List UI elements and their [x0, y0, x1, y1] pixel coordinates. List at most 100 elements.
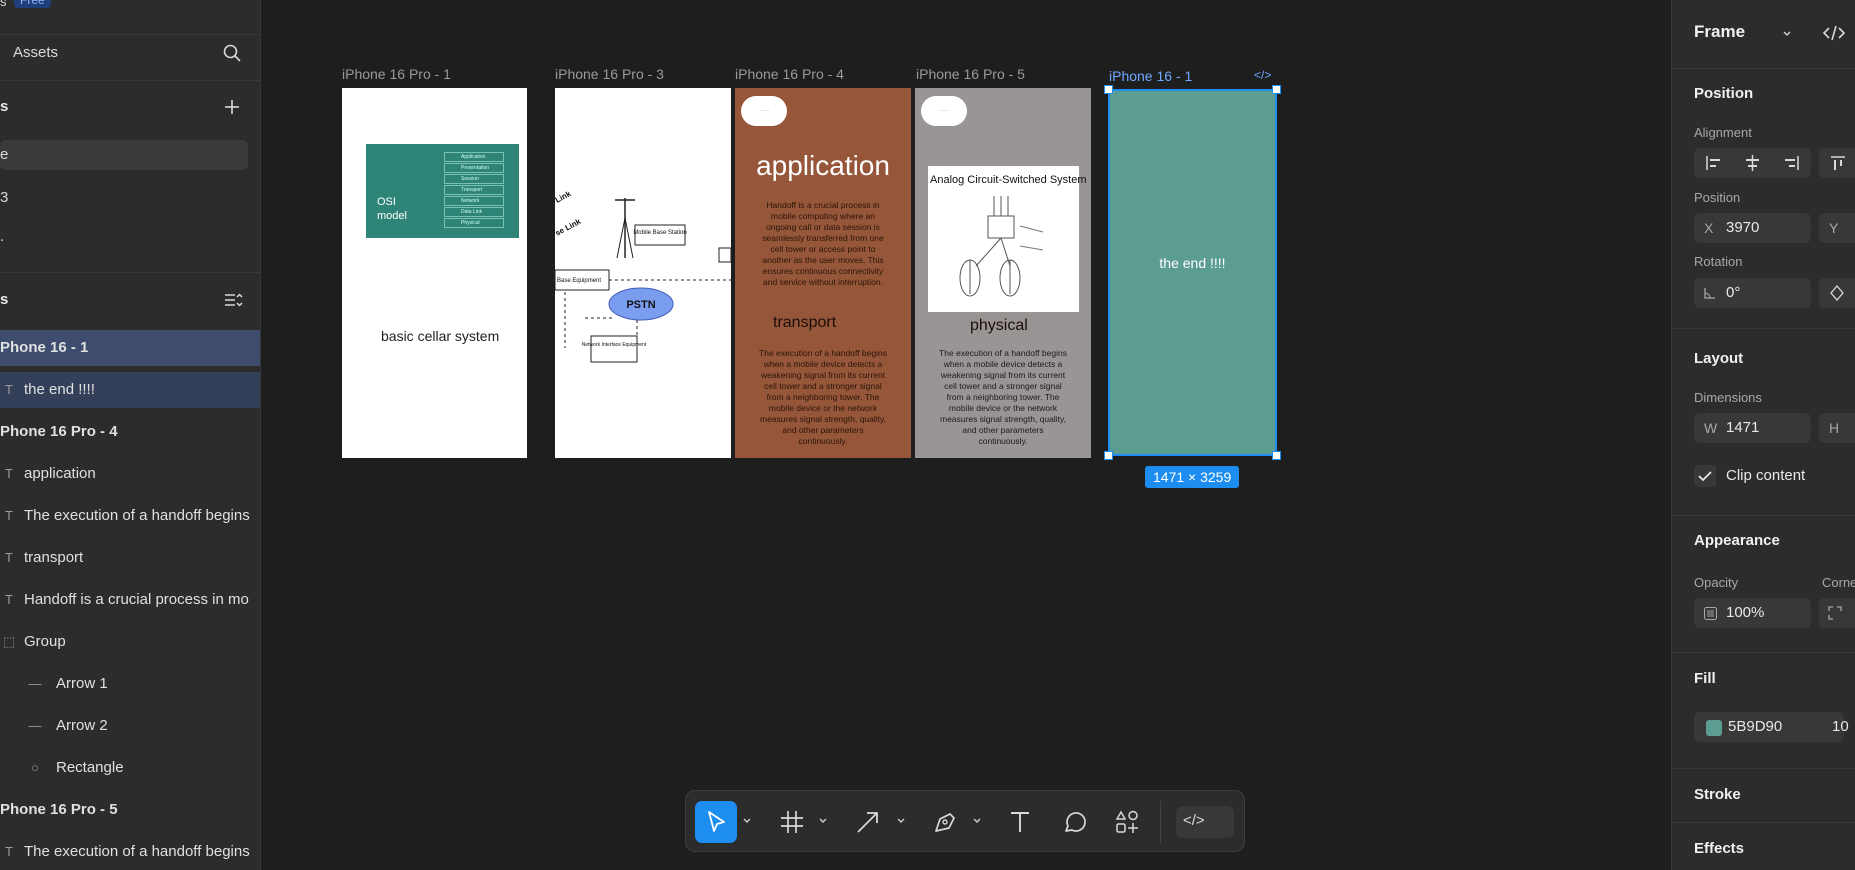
toolbar-separator — [1160, 801, 1161, 843]
divider — [1672, 822, 1855, 823]
layer-row[interactable]: ○ Rectangle — [0, 750, 260, 786]
comment-tool-button[interactable] — [1053, 801, 1095, 843]
text-layer-icon: T — [5, 844, 13, 859]
section-title[interactable]: Effects — [1694, 840, 1744, 857]
add-page-icon[interactable] — [222, 97, 242, 117]
rotate-button[interactable] — [1819, 278, 1855, 308]
angle-icon — [1704, 288, 1715, 299]
text-layer-icon: T — [5, 508, 13, 523]
pen-icon — [935, 813, 955, 832]
osi-layer: Application — [444, 152, 504, 162]
search-icon[interactable] — [222, 43, 242, 63]
layer-label: Phone 16 - 1 — [0, 339, 89, 356]
alignment-group — [1694, 148, 1811, 178]
frame-label[interactable]: iPhone 16 Pro - 3 — [555, 66, 664, 82]
plan-prefix: s — [0, 0, 7, 9]
canvas[interactable]: iPhone 16 Pro - 1 OSI model Application … — [261, 0, 1671, 870]
dev-mode-icon[interactable]: </> — [1254, 68, 1271, 82]
resize-handle[interactable] — [1272, 451, 1281, 460]
code-icon[interactable] — [1822, 22, 1846, 44]
pill-button: ······ — [741, 96, 787, 126]
layer-row[interactable]: T Handoff is a crucial process in mo — [0, 582, 260, 618]
frame-label[interactable]: iPhone 16 Pro - 5 — [916, 66, 1025, 82]
text-layer-icon: T — [5, 382, 13, 397]
frame-iphone-16-pro-1[interactable]: OSI model Application Presentation Sessi… — [342, 88, 527, 458]
layer-row[interactable]: Tthe end !!!! — [0, 372, 260, 408]
page-item[interactable]: 3 — [0, 183, 248, 213]
resize-handle[interactable] — [1104, 451, 1113, 460]
frame-icon — [781, 811, 803, 833]
osi-layer: Network — [444, 196, 504, 206]
layer-row[interactable]: Phone 16 Pro - 5 — [0, 792, 260, 828]
layer-label: Rectangle — [56, 759, 124, 776]
fill-swatch[interactable] — [1706, 720, 1722, 736]
chevron-down-icon[interactable] — [1782, 29, 1792, 39]
fill-color-field[interactable]: 5B9D90 — [1694, 712, 1844, 742]
divider — [1672, 328, 1855, 329]
pen-tool-button[interactable] — [924, 801, 966, 843]
corner-radius-field[interactable] — [1819, 598, 1855, 628]
frame-iphone-16-pro-5[interactable]: ······ Analog Circuit-Switched System ph… — [915, 88, 1091, 458]
osi-layer: Transport — [444, 185, 504, 195]
align-center-button[interactable] — [1733, 148, 1772, 178]
arrow-tool-button[interactable] — [847, 801, 889, 843]
resize-handle[interactable] — [1272, 85, 1281, 94]
rotation-label: Rotation — [1694, 254, 1743, 269]
text-icon — [1011, 812, 1029, 832]
actions-icon — [1115, 810, 1138, 833]
frame-tool-button[interactable] — [771, 801, 813, 843]
text-tool-button[interactable] — [999, 801, 1041, 843]
layer-row[interactable]: — Arrow 2 — [0, 708, 260, 744]
frame-subtitle: physical — [970, 317, 1028, 334]
align-right-button[interactable] — [1772, 148, 1811, 178]
chevron-down-icon[interactable] — [741, 815, 753, 827]
properties-panel: Frame Position Alignment Position X 3970… — [1671, 0, 1855, 870]
layer-row[interactable]: Tapplication — [0, 456, 260, 492]
panel-title[interactable]: Frame — [1694, 22, 1745, 42]
opacity-field[interactable]: 100% — [1694, 598, 1811, 628]
chevron-down-icon[interactable] — [971, 815, 983, 827]
layer-row[interactable]: Ttransport — [0, 540, 260, 576]
frame-paragraph: The execution of a handoff begins when a… — [759, 348, 887, 446]
layer-row[interactable]: T The execution of a handoff begins — [0, 834, 260, 870]
clip-content-checkbox[interactable] — [1694, 465, 1716, 487]
actions-tool-button[interactable] — [1107, 801, 1149, 843]
x-field[interactable]: X 3970 — [1694, 213, 1811, 243]
layer-row[interactable]: ⬚ Group — [0, 624, 260, 660]
frame-iphone-16-pro-4[interactable]: ······ application Handoff is a crucial … — [735, 88, 911, 458]
y-field[interactable]: Y — [1819, 213, 1855, 243]
chevron-down-icon[interactable] — [895, 815, 907, 827]
frame-iphone-16-pro-3[interactable]: Mobile Base Station Base Equipment PSTN … — [555, 88, 731, 458]
page-item[interactable]: . — [0, 222, 248, 252]
layer-row[interactable]: — Arrow 1 — [0, 666, 260, 702]
collapse-layers-icon[interactable] — [223, 290, 243, 310]
diagram-link-label: se Link — [555, 217, 583, 238]
align-top-button[interactable] — [1819, 148, 1855, 178]
line-icon: — — [28, 718, 42, 733]
bottom-toolbar: </> — [685, 790, 1245, 852]
rotation-field[interactable]: 0° — [1694, 278, 1811, 308]
section-title[interactable]: Stroke — [1694, 786, 1741, 803]
move-tool-button[interactable] — [695, 801, 737, 843]
dev-mode-toggle[interactable]: </> — [1176, 806, 1234, 838]
text-layer-icon: T — [5, 466, 13, 481]
chevron-down-icon[interactable] — [817, 815, 829, 827]
frame-label[interactable]: iPhone 16 Pro - 1 — [342, 66, 451, 82]
frame-title: application — [756, 150, 890, 181]
opacity-label: Opacity — [1694, 575, 1739, 590]
align-left-button[interactable] — [1694, 148, 1733, 178]
divider — [1672, 768, 1855, 769]
width-field[interactable]: W 1471 — [1694, 413, 1811, 443]
frame-label[interactable]: iPhone 16 Pro - 4 — [735, 66, 844, 82]
layer-row[interactable]: T The execution of a handoff begins — [0, 498, 260, 534]
resize-handle[interactable] — [1104, 85, 1113, 94]
section-title: Fill — [1694, 670, 1716, 687]
layer-row[interactable]: Phone 16 Pro - 4 — [0, 414, 260, 450]
page-item[interactable]: e — [0, 140, 248, 170]
layer-row[interactable]: Phone 16 - 1 — [0, 330, 260, 366]
frame-label-selected[interactable]: iPhone 16 - 1 — [1109, 68, 1192, 84]
height-field[interactable]: H — [1819, 413, 1855, 443]
plan-badge[interactable]: Free — [14, 0, 51, 8]
page-item-label: 3 — [0, 189, 9, 206]
fill-opacity-field[interactable]: 10 — [1832, 712, 1855, 742]
